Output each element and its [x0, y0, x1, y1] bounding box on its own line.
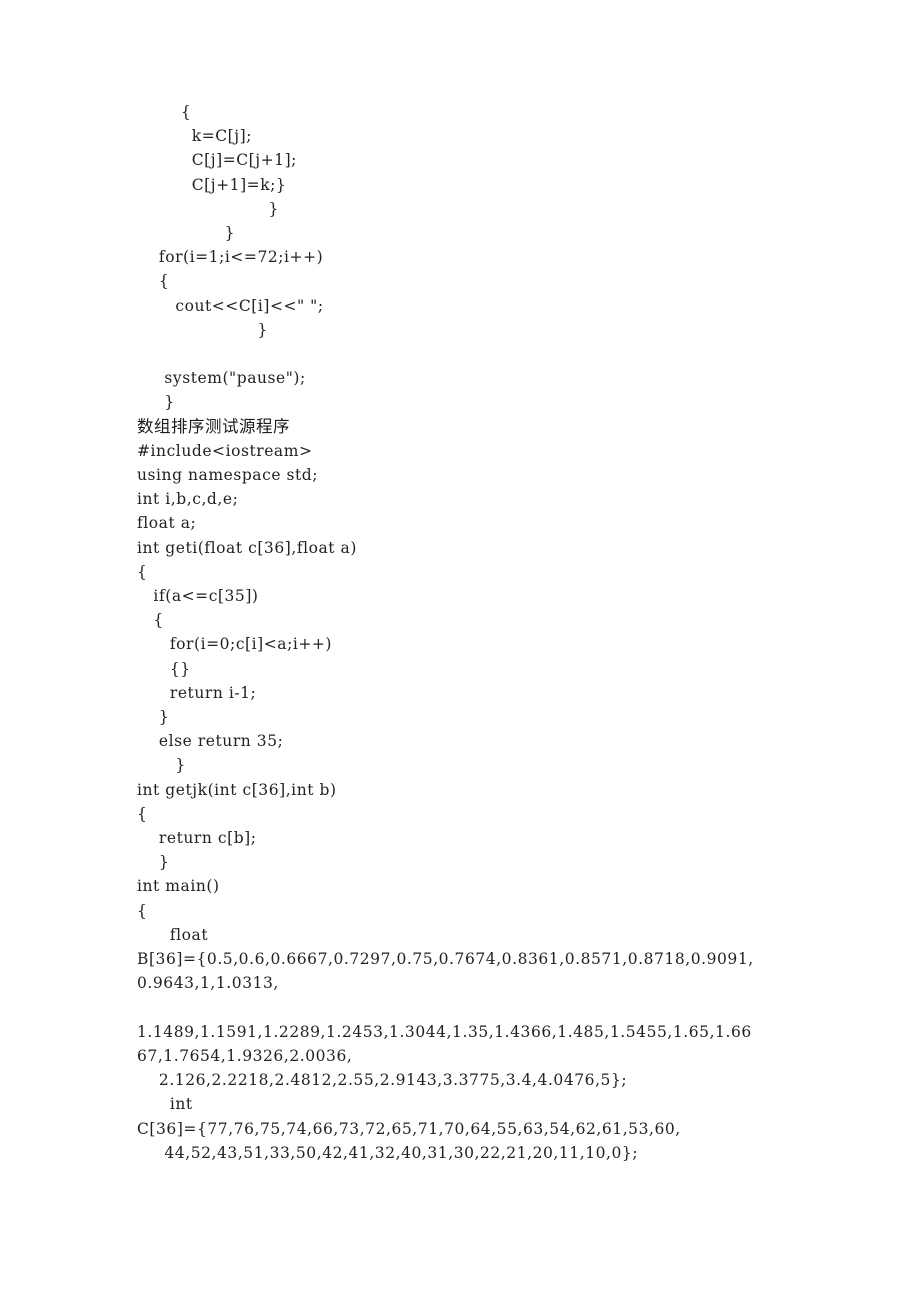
- code-line: {: [137, 804, 148, 823]
- array-b-declaration: B[36]={0.5,0.6,0.6667,0.7297,0.75,0.7674…: [137, 947, 797, 1092]
- code-line: }: [137, 853, 170, 872]
- int-keyword-line: int: [137, 1095, 193, 1114]
- code-block-sort-tail: { k=C[j]; C[j]=C[j+1]; C[j+1]=k;} } } fo…: [137, 100, 797, 415]
- array-b-line-5: 2.126,2.2218,2.4812,2.55,2.9143,3.3775,3…: [137, 1071, 628, 1090]
- code-line: {: [137, 272, 170, 291]
- code-line: k=C[j];: [137, 127, 252, 146]
- code-line: }: [137, 320, 268, 339]
- section-heading: 数组排序测试源程序: [137, 416, 290, 436]
- code-line: else return 35;: [137, 732, 284, 751]
- code-line: float: [137, 925, 209, 944]
- code-line: }: [137, 393, 175, 412]
- code-line: }: [137, 199, 279, 218]
- code-line: int i,b,c,d,e;: [137, 490, 239, 509]
- code-line: {: [137, 611, 164, 630]
- code-line: #include<iostream>: [137, 441, 313, 460]
- code-line: using namespace std;: [137, 466, 319, 485]
- code-line: int getjk(int c[36],int b): [137, 780, 337, 799]
- array-b-line-2: 0.9643,1,1.0313,: [137, 974, 279, 993]
- array-b-line-1: B[36]={0.5,0.6,0.6667,0.7297,0.75,0.7674…: [137, 950, 754, 969]
- code-line: return i-1;: [137, 683, 257, 702]
- code-line: C[j]=C[j+1];: [137, 151, 297, 170]
- code-line: {: [137, 901, 148, 920]
- code-line: int geti(float c[36],float a): [137, 538, 357, 557]
- page-content: { k=C[j]; C[j]=C[j+1]; C[j+1]=k;} } } fo…: [137, 100, 797, 1165]
- array-b-line-4: 67,1.7654,1.9326,2.0036,: [137, 1046, 353, 1065]
- code-line: }: [137, 756, 186, 775]
- code-line: if(a<=c[35]): [137, 587, 259, 606]
- code-line: system("pause");: [137, 369, 306, 388]
- code-line: int main(): [137, 877, 220, 896]
- code-line: for(i=0;c[i]<a;i++): [137, 635, 333, 654]
- code-block-main: #include<iostream> using namespace std; …: [137, 439, 797, 947]
- code-line: {: [137, 562, 148, 581]
- array-c-declaration: C[36]={77,76,75,74,66,73,72,65,71,70,64,…: [137, 1117, 797, 1165]
- code-line: float a;: [137, 514, 197, 533]
- code-line: for(i=1;i<=72;i++): [137, 248, 324, 267]
- array-c-line-2: 44,52,43,51,33,50,42,41,32,40,31,30,22,2…: [137, 1143, 639, 1162]
- code-line: C[j+1]=k;}: [137, 175, 287, 194]
- array-b-line-3: 1.1489,1.1591,1.2289,1.2453,1.3044,1.35,…: [137, 1022, 752, 1041]
- code-line: cout<<C[i]<<" ";: [137, 296, 324, 315]
- code-line: {: [137, 103, 192, 121]
- code-line: }: [137, 224, 236, 243]
- array-c-line-1: C[36]={77,76,75,74,66,73,72,65,71,70,64,…: [137, 1119, 681, 1138]
- code-line: }: [137, 708, 170, 727]
- document-page: { k=C[j]; C[j]=C[j+1]; C[j+1]=k;} } } fo…: [0, 0, 920, 1302]
- code-line: {}: [137, 659, 191, 678]
- code-line: return c[b];: [137, 829, 257, 848]
